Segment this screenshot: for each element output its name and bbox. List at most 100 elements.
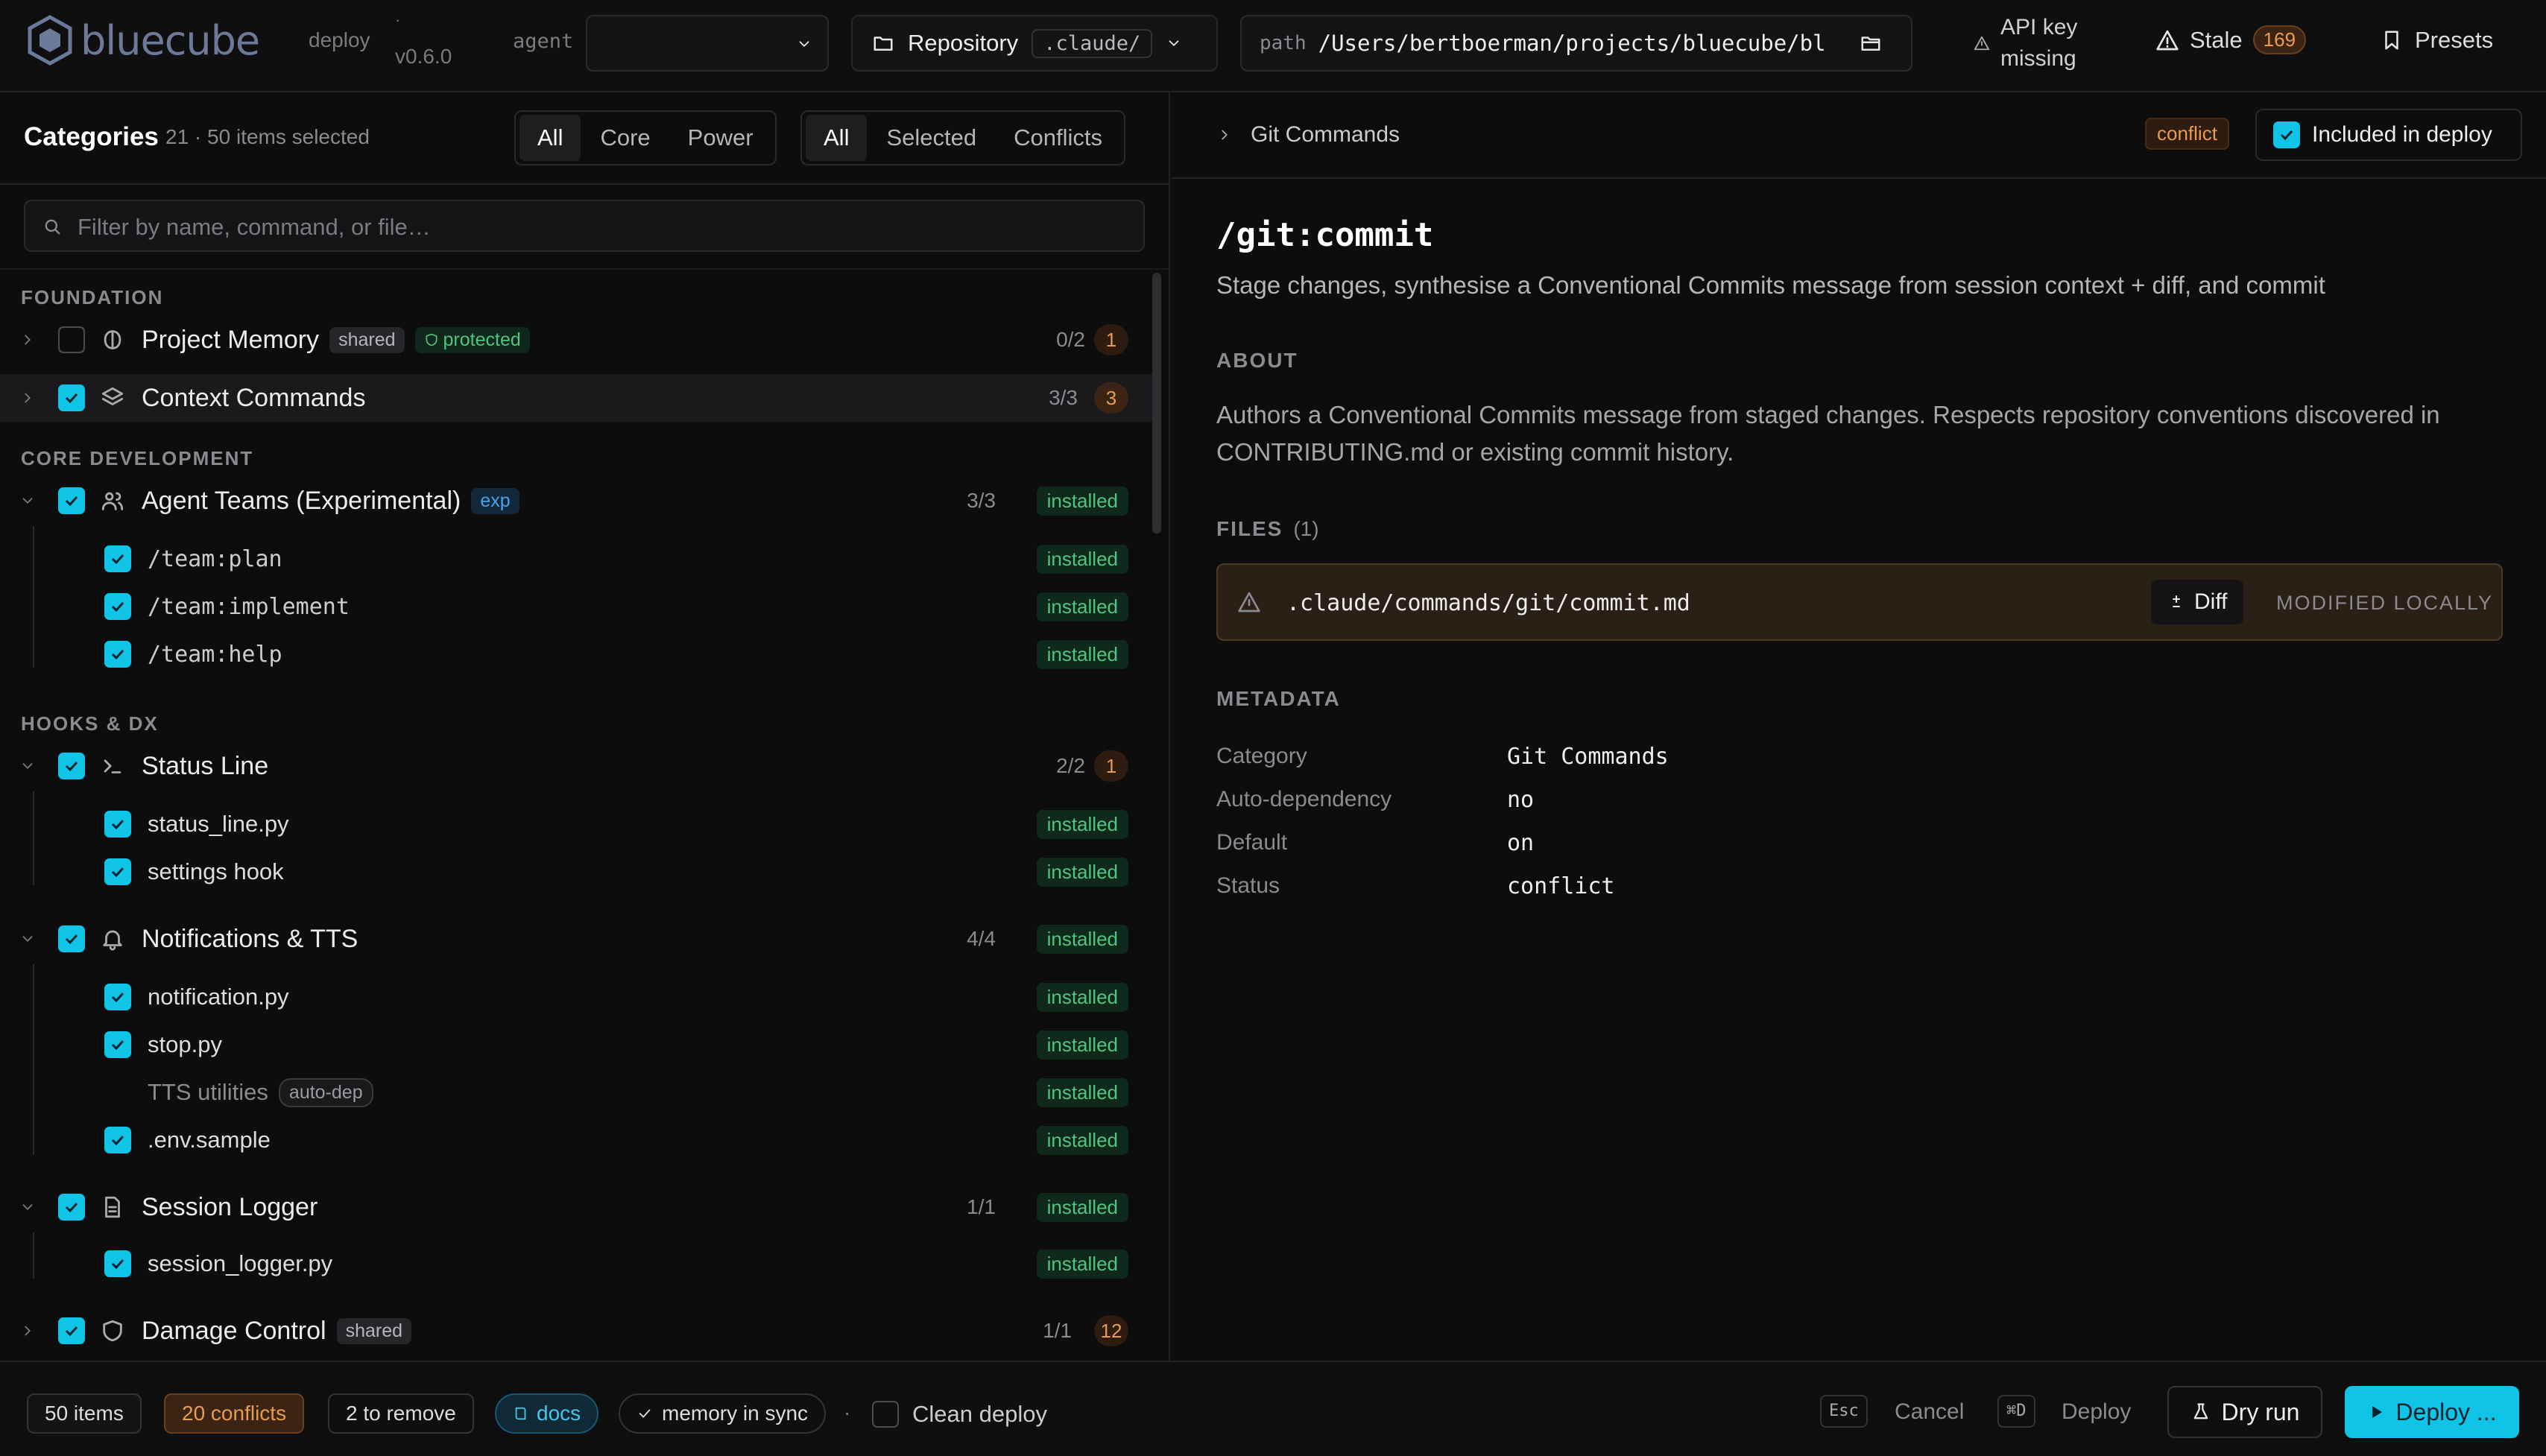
checkbox-checked[interactable]: [104, 545, 131, 572]
file-row[interactable]: .claude/commands/git/commit.md Diff MODI…: [1216, 563, 2503, 641]
breadcrumb[interactable]: Git Commands: [1251, 122, 1400, 148]
category-session-logger[interactable]: Session Logger 1/1 installed: [0, 1183, 1152, 1231]
category-project-memory[interactable]: Project Memory shared protected 0/2 1: [0, 316, 1152, 364]
item-env-sample[interactable]: .env.sample installed: [0, 1116, 1152, 1164]
stale-count-badge: 169: [2252, 25, 2307, 54]
metadata-key: Category: [1216, 744, 1307, 768]
checkbox-checked[interactable]: [104, 1127, 131, 1153]
checkbox-checked[interactable]: [58, 384, 85, 411]
scrollbar[interactable]: [1152, 273, 1161, 534]
item-stop-py[interactable]: stop.py installed: [0, 1021, 1152, 1069]
docs-pill[interactable]: docs: [495, 1393, 599, 1434]
checkbox[interactable]: [872, 1401, 899, 1428]
checkbox-checked[interactable]: [58, 925, 85, 952]
chevron-down-icon[interactable]: [19, 758, 36, 774]
category-damage-control[interactable]: Damage Control shared 1/1 12: [0, 1307, 1152, 1355]
chevron-right-icon[interactable]: [19, 390, 36, 406]
conflict-count: 1: [1094, 324, 1128, 355]
filter-conflicts[interactable]: Conflicts: [996, 115, 1120, 161]
item-settings-hook[interactable]: settings hook installed: [0, 848, 1152, 896]
tier-core[interactable]: Core: [582, 115, 668, 161]
section-foundation: FOUNDATION: [21, 286, 164, 308]
repository-select[interactable]: Repository .claude/: [851, 15, 1218, 72]
check-icon: [111, 1259, 124, 1270]
checkbox-checked[interactable]: [58, 1317, 85, 1344]
tier-filter: All Core Power: [514, 110, 777, 165]
categories-header: Categories 21 · 50 items selected All Co…: [0, 92, 1170, 185]
filter-input[interactable]: Filter by name, command, or file…: [24, 200, 1145, 252]
chevron-right-icon[interactable]: [19, 1323, 36, 1339]
cancel-button[interactable]: Cancel: [1895, 1399, 1964, 1425]
presets-button[interactable]: Presets: [2381, 27, 2493, 54]
path-value: /Users/bertboerman/projects/bluecube/bl: [1318, 31, 1826, 56]
auto-dep-badge: auto-dep: [278, 1077, 373, 1107]
metadata-key: Default: [1216, 830, 1288, 855]
conflicts-count[interactable]: 20 conflicts: [164, 1393, 305, 1434]
metadata-row: Status conflict: [1216, 864, 1669, 908]
warning-icon: [1238, 592, 1260, 613]
check-icon: [111, 601, 124, 613]
repository-label: Repository: [908, 30, 1019, 56]
item-team-help[interactable]: /team:help installed: [0, 630, 1152, 678]
protected-label: protected: [443, 329, 521, 350]
chevron-down-icon[interactable]: [19, 931, 36, 947]
chevron-right-icon[interactable]: [19, 332, 36, 348]
chevron-right-icon: [1222, 130, 1228, 140]
check-icon: [111, 554, 124, 565]
deploy-button[interactable]: Deploy ...: [2345, 1386, 2519, 1438]
stale-button[interactable]: Stale 169: [2155, 25, 2307, 54]
category-status-line[interactable]: Status Line 2/2 1: [0, 742, 1152, 790]
checkbox-checked[interactable]: [58, 487, 85, 514]
checkbox-checked[interactable]: [104, 984, 131, 1010]
checkbox-checked[interactable]: [104, 593, 131, 620]
checkbox-checked[interactable]: [104, 811, 131, 838]
category-agent-teams[interactable]: Agent Teams (Experimental) exp 3/3 insta…: [0, 477, 1152, 525]
agent-select[interactable]: [586, 15, 829, 72]
terminal-icon: [104, 759, 121, 773]
item-team-implement[interactable]: /team:implement installed: [0, 583, 1152, 630]
tier-power[interactable]: Power: [670, 115, 771, 161]
checkbox-checked[interactable]: [104, 641, 131, 668]
layers-icon: [101, 387, 124, 405]
checkbox-checked[interactable]: [104, 858, 131, 885]
conflict-count: 1: [1094, 750, 1128, 782]
checkbox-checked[interactable]: [2273, 121, 2300, 148]
installed-badge: installed: [1036, 1192, 1128, 1222]
tier-all[interactable]: All: [519, 115, 581, 161]
category-notifications-tts[interactable]: Notifications & TTS 4/4 installed: [0, 915, 1152, 963]
filter-selected[interactable]: Selected: [868, 115, 994, 161]
repository-chip: .claude/: [1032, 28, 1153, 58]
item-notification-py[interactable]: notification.py installed: [0, 973, 1152, 1021]
folder-open-icon[interactable]: [1860, 32, 1882, 54]
chevron-down-icon[interactable]: [19, 493, 36, 509]
remove-count[interactable]: 2 to remove: [328, 1393, 474, 1434]
about-label: ABOUT: [1216, 349, 1298, 372]
item-name: stop.py: [148, 1031, 222, 1057]
command-subtitle: Stage changes, synthesise a Conventional…: [1216, 271, 2325, 299]
checkbox-checked[interactable]: [104, 1250, 131, 1277]
included-toggle[interactable]: Included in deploy: [2255, 109, 2522, 161]
filter-all[interactable]: All: [806, 115, 868, 161]
selected-fraction: 0/2: [1056, 328, 1085, 351]
path-field[interactable]: path /Users/bertboerman/projects/bluecub…: [1240, 15, 1912, 72]
checkbox-checked[interactable]: [58, 1194, 85, 1221]
item-team-plan[interactable]: /team:plan installed: [0, 535, 1152, 583]
app-mode: deploy: [309, 28, 370, 51]
brain-icon: [104, 330, 121, 349]
item-status-line-py[interactable]: status_line.py installed: [0, 800, 1152, 848]
search-icon: [45, 219, 60, 235]
item-session-logger-py[interactable]: session_logger.py installed: [0, 1240, 1152, 1288]
checkbox-checked[interactable]: [104, 1031, 131, 1058]
checkbox-checked[interactable]: [58, 753, 85, 779]
detail-header: Git Commands conflict Included in deploy: [1172, 92, 2546, 179]
dry-run-button[interactable]: Dry run: [2167, 1386, 2322, 1438]
category-title: Damage Control: [142, 1316, 326, 1345]
checkbox[interactable]: [58, 326, 85, 353]
diff-button[interactable]: Diff: [2151, 580, 2244, 624]
chevron-down-icon[interactable]: [19, 1199, 36, 1215]
check-icon: [111, 819, 124, 830]
clean-deploy-toggle[interactable]: Clean deploy: [872, 1401, 1047, 1428]
category-context-commands[interactable]: Context Commands 3/3 3: [0, 374, 1152, 422]
command-title: /git:commit: [1216, 216, 1434, 254]
api-key-warning[interactable]: API key missing: [1974, 12, 2077, 75]
